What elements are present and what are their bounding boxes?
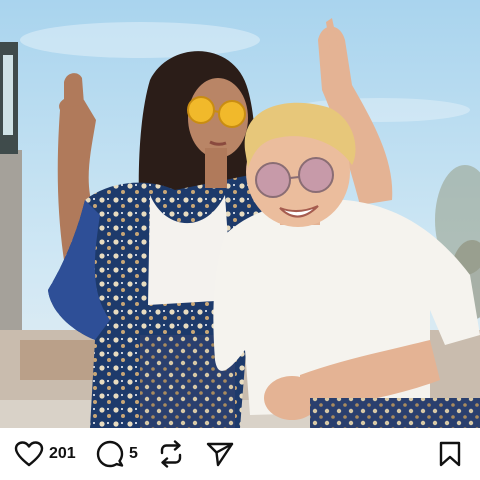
repost-icon bbox=[160, 440, 182, 468]
post-action-bar: 201 5 bbox=[0, 428, 480, 480]
save-button[interactable] bbox=[438, 428, 462, 480]
post-photo-illustration bbox=[0, 0, 480, 428]
heart-icon bbox=[14, 441, 44, 467]
send-icon bbox=[206, 442, 234, 467]
like-count: 201 bbox=[49, 445, 76, 462]
comment-button[interactable]: 5 bbox=[96, 428, 138, 480]
comment-bubble-icon bbox=[96, 440, 124, 468]
bookmark-icon bbox=[439, 441, 461, 467]
post-card: 201 5 bbox=[0, 0, 480, 480]
comment-count: 5 bbox=[129, 445, 138, 462]
like-button[interactable]: 201 bbox=[14, 428, 76, 480]
repost-button[interactable] bbox=[158, 428, 184, 480]
post-image[interactable] bbox=[0, 0, 480, 428]
share-button[interactable] bbox=[206, 428, 234, 480]
